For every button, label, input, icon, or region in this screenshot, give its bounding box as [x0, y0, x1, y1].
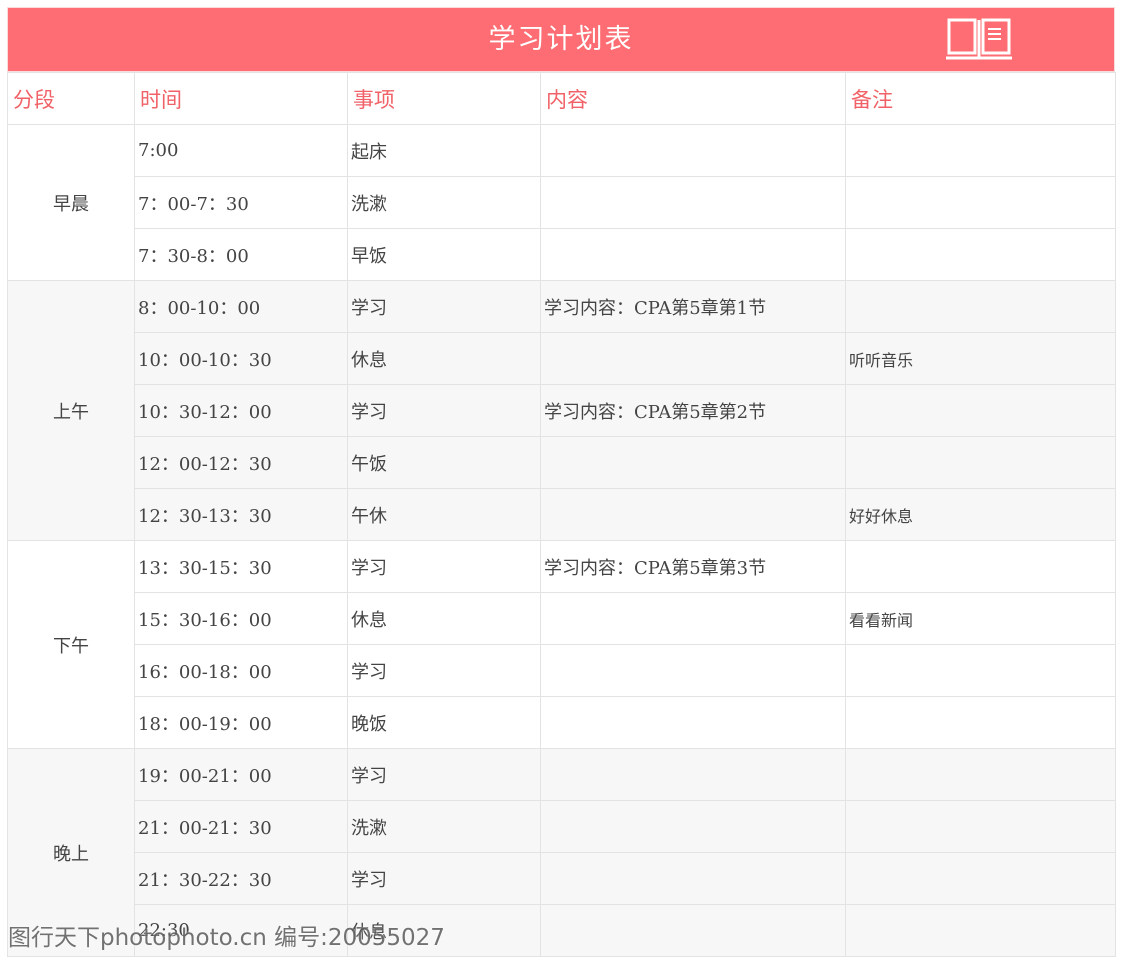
- content-cell: [540, 332, 846, 385]
- time-cell: 7：30-8：00: [134, 228, 348, 281]
- item-cell: 休息: [347, 332, 541, 385]
- segment-cell: 早晨: [7, 124, 135, 281]
- time-cell: 7:00: [134, 124, 348, 177]
- table-row: 18：00-19：00 晚饭: [8, 696, 1116, 749]
- table-row: 21：00-21：30 洗漱: [8, 800, 1116, 853]
- column-header-note: 备注: [845, 72, 1116, 125]
- note-cell: [845, 228, 1116, 281]
- item-cell: 洗漱: [347, 800, 541, 853]
- note-cell: [845, 904, 1116, 957]
- content-cell: [540, 228, 846, 281]
- item-cell: 洗漱: [347, 176, 541, 229]
- item-cell: 早饭: [347, 228, 541, 281]
- content-cell: [540, 176, 846, 229]
- item-cell: 学习: [347, 540, 541, 593]
- time-cell: 18：00-19：00: [134, 696, 348, 749]
- table-row: 12：30-13：30 午休 好好休息: [8, 488, 1116, 541]
- content-cell: [540, 436, 846, 489]
- time-cell: 12：30-13：30: [134, 488, 348, 541]
- table-row: 12：00-12：30 午饭: [8, 436, 1116, 489]
- table-row: 7：30-8：00 早饭: [8, 228, 1116, 281]
- item-cell: 学习: [347, 852, 541, 905]
- content-cell: [540, 644, 846, 697]
- title-bar: 学习计划表: [7, 7, 1115, 72]
- item-cell: 起床: [347, 124, 541, 177]
- time-cell: 15：30-16：00: [134, 592, 348, 645]
- item-cell: 学习: [347, 748, 541, 801]
- time-cell: 21：30-22：30: [134, 852, 348, 905]
- item-cell: 午休: [347, 488, 541, 541]
- column-header-segment: 分段: [7, 72, 135, 125]
- note-cell: [845, 644, 1116, 697]
- table-row: 上午 8：00-10：00 学习 学习内容：CPA第5章第1节: [7, 280, 1116, 541]
- table-row: 15：30-16：00 休息 看看新闻: [8, 592, 1116, 645]
- note-cell: [845, 748, 1116, 801]
- table-row: 晚上 19：00-21：00 学习: [7, 748, 1116, 957]
- header-row: 分段 时间 事项 内容 备注: [7, 72, 1116, 125]
- study-plan-sheet: 学习计划表 分段 时间 事项 内容 备注 早晨 7:00 起床 7：00-7：3…: [7, 7, 1116, 957]
- item-cell: 午饭: [347, 436, 541, 489]
- content-cell: [540, 800, 846, 853]
- content-cell: [540, 904, 846, 957]
- note-cell: [845, 696, 1116, 749]
- note-cell: [845, 176, 1116, 229]
- note-cell: 听听音乐: [845, 332, 1116, 385]
- content-cell: [540, 696, 846, 749]
- column-header-item: 事项: [347, 72, 541, 125]
- time-cell: 10：00-10：30: [134, 332, 348, 385]
- note-cell: 看看新闻: [845, 592, 1116, 645]
- note-cell: [845, 384, 1116, 437]
- content-cell: 学习内容：CPA第5章第3节: [540, 540, 846, 593]
- table-row: 10：30-12：00 学习 学习内容：CPA第5章第2节: [8, 384, 1116, 437]
- item-cell: 休息: [347, 592, 541, 645]
- table-row: 10：00-10：30 休息 听听音乐: [8, 332, 1116, 385]
- note-cell: [845, 540, 1116, 593]
- table-row: 16：00-18：00 学习: [8, 644, 1116, 697]
- content-cell: 学习内容：CPA第5章第2节: [540, 384, 846, 437]
- time-cell: 10：30-12：00: [134, 384, 348, 437]
- note-cell: [845, 280, 1116, 333]
- watermark: 图行天下photophoto.cn 编号:20055027: [8, 925, 445, 951]
- book-icon: [946, 18, 1012, 60]
- content-cell: [540, 124, 846, 177]
- time-cell: 12：00-12：30: [134, 436, 348, 489]
- time-cell: 19：00-21：00: [134, 748, 348, 801]
- note-cell: [845, 436, 1116, 489]
- content-cell: [540, 748, 846, 801]
- note-cell: [845, 852, 1116, 905]
- item-cell: 学习: [347, 644, 541, 697]
- content-cell: [540, 852, 846, 905]
- time-cell: 13：30-15：30: [134, 540, 348, 593]
- content-cell: 学习内容：CPA第5章第1节: [540, 280, 846, 333]
- column-header-content: 内容: [540, 72, 846, 125]
- time-cell: 21：00-21：30: [134, 800, 348, 853]
- segment-cell: 下午: [7, 540, 135, 749]
- table-row: 早晨 7:00 起床: [7, 124, 1116, 281]
- content-cell: [540, 488, 846, 541]
- note-cell: [845, 800, 1116, 853]
- note-cell: [845, 124, 1116, 177]
- time-cell: 7：00-7：30: [134, 176, 348, 229]
- item-cell: 晚饭: [347, 696, 541, 749]
- time-cell: 16：00-18：00: [134, 644, 348, 697]
- content-cell: [540, 592, 846, 645]
- time-cell: 8：00-10：00: [134, 280, 348, 333]
- table-row: 7：00-7：30 洗漱: [8, 176, 1116, 229]
- segment-cell: 上午: [7, 280, 135, 541]
- item-cell: 学习: [347, 384, 541, 437]
- table-row: 下午 13：30-15：30 学习 学习内容：CPA第5章第3节: [7, 540, 1116, 749]
- item-cell: 学习: [347, 280, 541, 333]
- note-cell: 好好休息: [845, 488, 1116, 541]
- table-row: 21：30-22：30 学习: [8, 852, 1116, 905]
- column-header-time: 时间: [134, 72, 348, 125]
- plan-table: 分段 时间 事项 内容 备注 早晨 7:00 起床 7：00-7：30 洗漱 7：30-8…: [7, 72, 1116, 957]
